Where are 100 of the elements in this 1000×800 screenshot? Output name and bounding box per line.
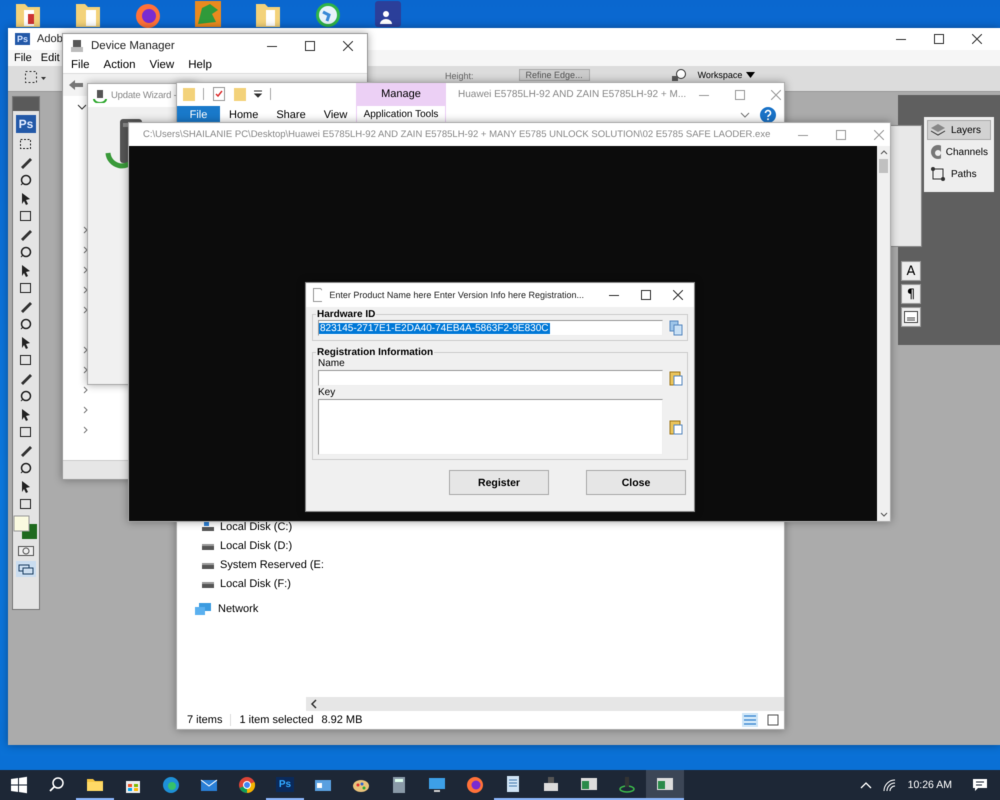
paste-icon[interactable]	[669, 370, 683, 386]
wizard-icon	[93, 88, 107, 102]
drive-icon	[202, 522, 214, 532]
windows-logo-icon	[10, 776, 28, 794]
paths-icon	[930, 166, 946, 182]
back-arrow-icon[interactable]	[69, 79, 83, 91]
close-icon	[874, 130, 884, 140]
edge-icon	[162, 776, 180, 794]
nav-item[interactable]: Local Disk (C:)	[177, 518, 324, 535]
eyedropper-tool-icon[interactable]	[18, 209, 34, 223]
scroll-thumb[interactable]	[879, 159, 888, 173]
app-icon[interactable]	[374, 0, 402, 28]
close-icon	[673, 290, 683, 300]
paste-icon[interactable]	[669, 419, 683, 435]
window-icon	[656, 775, 674, 793]
clock[interactable]: 10:26 AM	[908, 779, 952, 791]
details-view-icon[interactable]	[742, 713, 758, 727]
properties-icon[interactable]	[212, 87, 226, 101]
marquee-tool-icon[interactable]	[18, 137, 34, 151]
selection-status: 1 item selected	[239, 714, 314, 726]
key-field[interactable]	[318, 399, 663, 455]
menu-item[interactable]: Action	[104, 59, 136, 71]
height-label: Height:	[445, 71, 474, 81]
close-icon	[343, 40, 353, 50]
rectangle-tool-icon[interactable]	[18, 425, 34, 439]
menu-item[interactable]: Help	[188, 59, 212, 71]
ribbon-tab[interactable]: Home	[220, 106, 268, 123]
name-field[interactable]	[318, 370, 663, 386]
field-label: Key	[318, 387, 336, 398]
device-icon	[70, 38, 84, 52]
window-title: Huawei E5785LH-92 AND ZAIN E5785LH-92 + M...	[458, 89, 686, 100]
chevron-icon[interactable]	[77, 104, 87, 110]
taskbar-button[interactable]	[646, 770, 684, 800]
ribbon-tab[interactable]: Application Tools	[357, 106, 445, 123]
color-swatches-icon[interactable]	[13, 515, 39, 541]
panel-button[interactable]: A	[901, 261, 921, 281]
menu-item[interactable]: File	[14, 52, 32, 64]
maximize-icon	[641, 290, 651, 300]
file-tab[interactable]: File	[177, 106, 220, 123]
wifi-icon[interactable]	[882, 778, 898, 792]
maximize-icon	[305, 40, 315, 50]
group-label: Manage	[381, 87, 421, 102]
document-icon	[313, 288, 322, 302]
nav-item[interactable]: Network	[177, 600, 324, 617]
photoshop-logo: Ps	[15, 33, 30, 45]
panel-tab[interactable]: Paths	[927, 164, 991, 184]
caret-icon	[746, 72, 756, 78]
screen-mode-icon[interactable]	[16, 561, 36, 577]
dodge-tool-icon[interactable]	[18, 353, 34, 367]
chevron-up-icon[interactable]	[860, 781, 872, 789]
large-icons-view-icon[interactable]	[766, 713, 780, 727]
chrome-icon	[238, 776, 256, 794]
dialog-button[interactable]: Close	[586, 470, 686, 495]
hardware-id-field[interactable]: 823145-2717E1-E2DA40-74EB4A-5863F2-9E830C	[318, 320, 663, 336]
quick-mask-icon[interactable]	[17, 545, 35, 557]
window-title: Device Manager	[91, 40, 175, 52]
scroll-up-icon[interactable]	[880, 149, 888, 155]
ribbon-tab[interactable]: Share	[267, 106, 315, 123]
refine-edge-button[interactable]: Refine Edge...	[518, 69, 590, 81]
menu-item[interactable]: Edit	[40, 52, 60, 64]
maximize-icon	[836, 130, 846, 140]
firefox-icon	[466, 776, 484, 794]
panel-button[interactable]: ¶	[901, 284, 921, 304]
close-icon	[771, 90, 782, 100]
notification-icon[interactable]	[972, 777, 988, 793]
workspace-button[interactable]: Workspace	[698, 69, 756, 81]
nav-item[interactable]: System Reserved (E:	[177, 556, 324, 573]
type-tool-icon[interactable]	[18, 389, 34, 403]
brush-tool-icon[interactable]	[18, 245, 34, 259]
nav-item[interactable]: Local Disk (F:)	[177, 575, 324, 592]
monitor-icon	[428, 776, 446, 794]
globe-icon[interactable]	[314, 0, 342, 28]
scrollbar[interactable]	[877, 146, 890, 521]
caret-icon[interactable]	[254, 90, 262, 98]
scrollbar[interactable]	[306, 697, 784, 711]
menu-item[interactable]: File	[71, 59, 90, 71]
notepad-icon	[504, 775, 522, 793]
selection-size: 8.92 MB	[321, 714, 362, 726]
ribbon-tab[interactable]: View	[314, 106, 356, 123]
copy-icon[interactable]	[669, 320, 683, 336]
group-label: Registration Information	[316, 347, 434, 358]
help-icon[interactable]	[760, 106, 776, 122]
gradient-tool-icon[interactable]	[18, 317, 34, 331]
panel-tab[interactable]: Layers	[927, 120, 991, 140]
scroll-down-icon[interactable]	[880, 512, 888, 518]
marquee-icon[interactable]	[24, 69, 48, 85]
history-tool-icon[interactable]	[18, 281, 34, 295]
window-title: Enter Product Name here Enter Version Info here Registration...	[329, 290, 584, 300]
group-label: Hardware ID	[316, 309, 376, 320]
dropper-tool-icon[interactable]	[18, 461, 34, 475]
printer-icon	[542, 775, 560, 793]
dialog-button[interactable]: Register	[449, 470, 549, 495]
panel-button[interactable]	[901, 307, 921, 327]
taskbar-button[interactable]: Ps	[266, 770, 304, 800]
nav-item[interactable]: Local Disk (D:)	[177, 537, 324, 554]
scroll-left-icon[interactable]	[310, 699, 318, 709]
wand-tool-icon[interactable]	[18, 173, 34, 187]
menu-item[interactable]: View	[150, 59, 174, 71]
panel-tab[interactable]: Channels	[927, 142, 991, 162]
zoom-tool-icon[interactable]	[18, 497, 34, 511]
